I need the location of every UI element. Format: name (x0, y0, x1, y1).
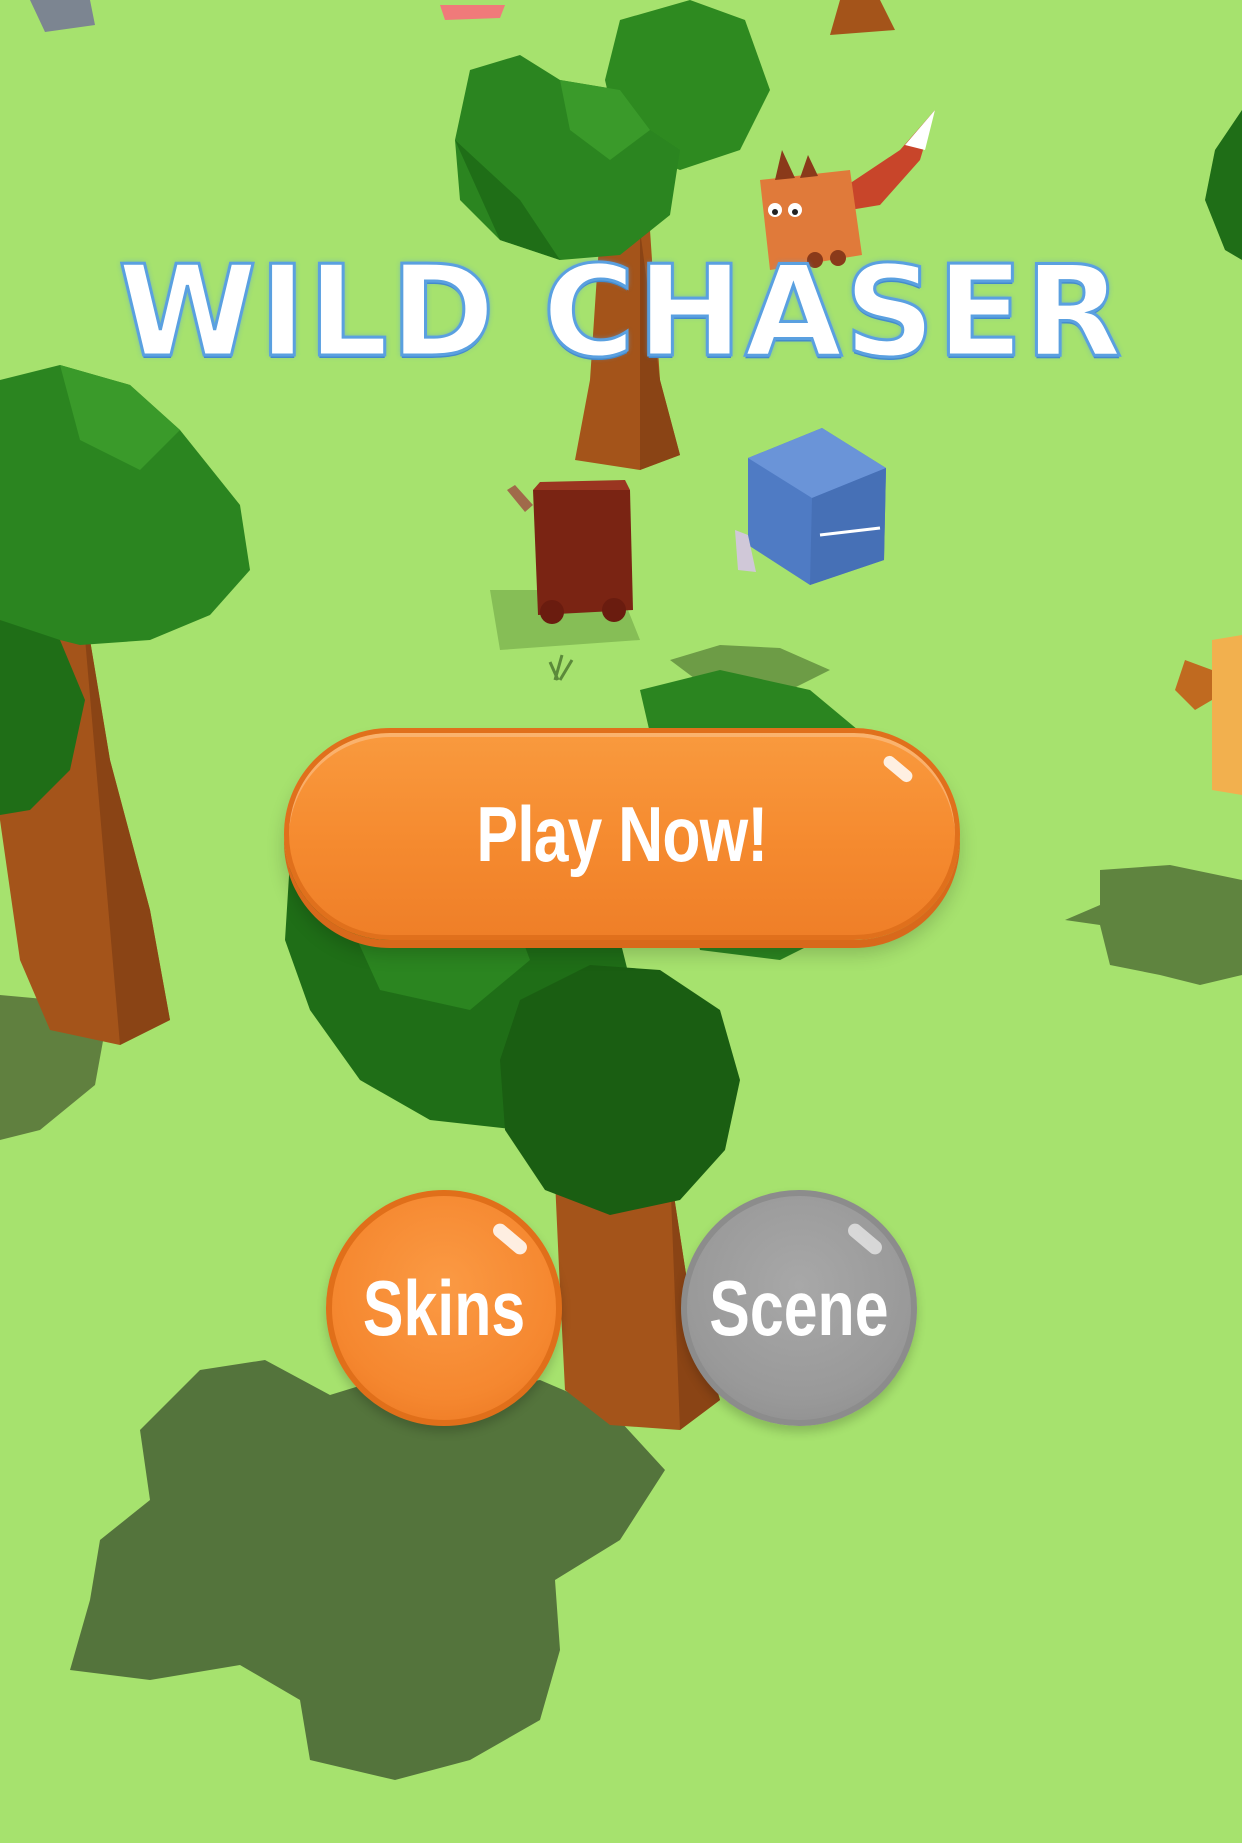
button-gloss (490, 1220, 530, 1258)
button-gloss (845, 1220, 885, 1258)
animal-foot (602, 598, 626, 622)
scene-label: Scene (709, 1263, 889, 1352)
character-feet-top (440, 5, 505, 20)
skins-label: Skins (362, 1263, 526, 1352)
yellow-cube-animal (1212, 635, 1242, 795)
button-gloss (881, 753, 915, 785)
scene-button[interactable]: Scene (681, 1190, 917, 1426)
play-now-label: Play Now! (476, 789, 769, 878)
skins-button[interactable]: Skins (326, 1190, 562, 1426)
game-title: WILD CHASER (117, 237, 1124, 387)
animal-foot (540, 600, 564, 624)
play-now-button[interactable]: Play Now! (284, 728, 960, 940)
brown-cube-animal (533, 490, 633, 615)
